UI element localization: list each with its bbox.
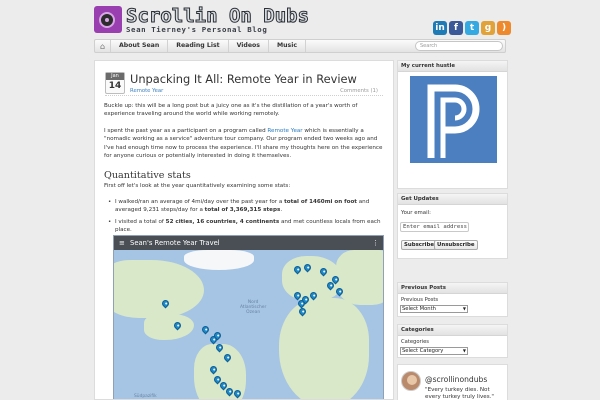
rss-icon[interactable]: ): [497, 21, 511, 35]
post-paragraph: I spent the past year as a participant o…: [104, 127, 386, 160]
main-nav: ⌂ About Sean Reading List Videos Music S…: [94, 39, 506, 53]
logo-subtitle: Sean Tierney's Personal Blog: [126, 25, 268, 34]
select-value: Select Month: [402, 306, 436, 312]
title-divider: [105, 95, 383, 96]
post-category-link[interactable]: Remote Year: [130, 88, 163, 94]
twitter-handle[interactable]: @scrollinondubs: [425, 375, 487, 384]
list-text-bold: total of 3,369,315 steps: [204, 207, 281, 214]
avatar[interactable]: [401, 371, 421, 391]
select-value: Select Category: [402, 348, 444, 354]
category-select[interactable]: Select Category ▼: [400, 347, 468, 355]
post-date: Jan 14: [105, 72, 125, 94]
list-text: I walked/ran an average of 4mi/day over …: [115, 199, 285, 205]
categories-widget: Categories Categories Select Category ▼: [397, 324, 508, 358]
widget-title: My current hustle: [398, 61, 507, 72]
current-hustle-widget: My current hustle: [397, 60, 508, 189]
list-text-bold: total of 1460mi on foot: [284, 199, 357, 205]
nav-item-about[interactable]: About Sean: [111, 40, 169, 52]
ocean-label: Nord Atlantischer Ozean: [240, 300, 267, 315]
archive-label: Previous Posts: [401, 297, 439, 303]
nav-item-reading-list[interactable]: Reading List: [168, 40, 229, 52]
list-text: I visited a total of: [115, 218, 166, 225]
share-icon[interactable]: ⋮: [372, 236, 379, 250]
stats-list: I walked/ran an average of 4mi/day over …: [108, 198, 384, 237]
twitter-icon[interactable]: t: [465, 21, 479, 35]
nav-item-videos[interactable]: Videos: [229, 40, 269, 52]
widget-title: Get Updates: [398, 194, 507, 205]
site-logo[interactable]: Scrollin On Dubs Sean Tierney's Personal…: [94, 6, 310, 34]
month-select[interactable]: Select Month ▼: [400, 305, 468, 313]
map-toolbar: ≡ Sean's Remote Year Travel ⋮: [114, 236, 383, 250]
list-text: .: [280, 207, 283, 214]
list-item: I walked/ran an average of 4mi/day over …: [108, 198, 384, 215]
widget-title: Categories: [398, 325, 507, 336]
social-links: in f t g ): [433, 21, 511, 35]
africa-land: [279, 298, 369, 399]
post-paragraph: Buckle up: this will be a long post but …: [104, 103, 358, 118]
nav-item-music[interactable]: Music: [269, 40, 307, 52]
email-label: Your email:: [401, 210, 431, 216]
central-america-land: [144, 314, 194, 340]
tweet-text: "Every turkey dies. Not every turkey tru…: [425, 387, 494, 400]
subscribe-button[interactable]: Subscribe: [401, 240, 438, 250]
north-america-land: [114, 260, 204, 318]
linkedin-icon[interactable]: in: [433, 21, 447, 35]
paragraph-text: I spent the past year as a participant o…: [104, 128, 268, 134]
site-header: Scrollin On Dubs Sean Tierney's Personal…: [0, 0, 600, 38]
chevron-down-icon: ▼: [462, 306, 466, 311]
section-heading: Quantitative stats: [104, 170, 191, 181]
post-paragraph: First off let's look at the year quantit…: [104, 183, 291, 189]
travel-map[interactable]: Nord Atlantischer Ozean Südpazifik ≡ Sean's…: [113, 235, 384, 399]
map-title: Sean's Remote Year Travel: [130, 239, 220, 247]
list-item: I visited a total of 52 cities, 16 count…: [108, 218, 384, 235]
list-text-bold: 52 cities, 16 countries, 4 continents: [165, 218, 280, 225]
googleplus-icon[interactable]: g: [481, 21, 495, 35]
facebook-icon[interactable]: f: [449, 21, 463, 35]
search-input[interactable]: Search: [415, 41, 503, 51]
post-title[interactable]: Unpacking It All: Remote Year in Review: [130, 72, 357, 86]
chevron-down-icon: ▼: [462, 348, 466, 353]
get-updates-widget: Get Updates Your email: Enter email addr…: [397, 193, 508, 259]
menu-icon[interactable]: ≡: [119, 236, 126, 250]
hustle-logo-image[interactable]: [410, 76, 497, 163]
date-month: Jan: [106, 73, 124, 80]
asia-land: [336, 250, 383, 305]
ocean-label-south: Südpazifik: [134, 394, 157, 399]
map-pin[interactable]: [200, 324, 211, 335]
date-day: 14: [108, 81, 122, 91]
logo-title: Scrollin On Dubs: [125, 5, 310, 27]
home-icon[interactable]: ⌂: [95, 40, 111, 52]
widget-title: Previous Posts: [398, 283, 507, 294]
p-logo-icon: [427, 84, 480, 158]
post-panel: Jan 14 Unpacking It All: Remote Year in …: [94, 60, 394, 400]
categories-label: Categories: [401, 339, 429, 345]
greenland-land: [184, 250, 254, 270]
record-logo-icon: [94, 6, 122, 33]
unsubscribe-button[interactable]: Unsubscribe: [434, 240, 478, 250]
twitter-widget: @scrollinondubs "Every turkey dies. Not …: [397, 364, 508, 400]
previous-posts-widget: Previous Posts Previous Posts Select Mon…: [397, 282, 508, 317]
email-field[interactable]: Enter email address: [400, 222, 469, 232]
post-comments-link[interactable]: Comments (1): [340, 88, 378, 94]
remote-year-link[interactable]: Remote Year: [267, 128, 302, 134]
